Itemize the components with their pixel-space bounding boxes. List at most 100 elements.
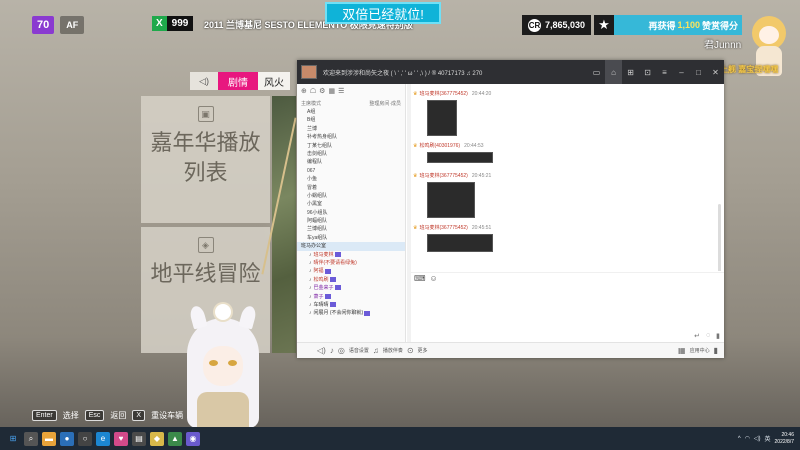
member-item[interactable]: ♪ 萧子 [297, 293, 405, 301]
group-item[interactable]: 车ya组队 [297, 234, 405, 242]
app-icon-4[interactable]: ▤ [132, 431, 146, 446]
group-item[interactable]: 阿蝠组队 [297, 217, 405, 225]
more-button[interactable]: 更多 [418, 347, 428, 354]
clock[interactable]: 20:46 2022/8/7 [775, 432, 794, 446]
chat-bubble-icon[interactable]: ◌ [706, 332, 710, 340]
mic-toggle-icon[interactable]: ▮ [716, 332, 720, 340]
group-item[interactable]: 96小组队 [297, 209, 405, 217]
crown-icon: ♛ [413, 91, 418, 97]
member-item[interactable]: ♪ 晴伴(不要请看绿兔) [297, 259, 405, 267]
tool-icon-2[interactable]: ☖ [310, 87, 316, 95]
message-image[interactable] [427, 182, 475, 218]
chat-scrollbar[interactable] [718, 204, 721, 271]
member-name: 萧子 [313, 293, 324, 300]
group-item[interactable]: 小黑室 [297, 200, 405, 208]
volume-icon[interactable]: ◁) [317, 346, 326, 355]
active-room[interactable]: 班马办公室 [297, 242, 405, 251]
voice-settings[interactable]: 语音设置 [349, 347, 369, 354]
chat-message: ♛ 班马麦林(367775452) 20:45:51 [413, 224, 493, 252]
group-item[interactable]: 067 [297, 167, 405, 175]
member-item[interactable]: ♪ 闲展月 (不会闲你聊就) [297, 309, 405, 317]
message-sender[interactable]: 松鸣刷(40301976) [419, 143, 460, 149]
sidebar-manage[interactable]: 整理房间·成员 [369, 100, 401, 107]
search-icon[interactable]: ⌕ [24, 431, 38, 446]
emoji-icon[interactable]: ☺ [430, 274, 438, 283]
maximize-icon[interactable]: □ [690, 60, 707, 84]
group-item[interactable]: B组 [297, 116, 405, 124]
group-item[interactable]: 冒着 [297, 184, 405, 192]
credits-value: 7,865,030 [545, 20, 586, 30]
hint-select: 选择 [62, 411, 79, 420]
home-icon[interactable]: ⌂ [605, 60, 622, 84]
badge-icon [324, 268, 331, 274]
key-x: X [132, 410, 146, 421]
app-center[interactable]: 应用中心 [690, 347, 710, 354]
group-item[interactable]: 小蜗组队 [297, 192, 405, 200]
tool-icon-3[interactable]: ⚙ [319, 87, 325, 95]
app-icon-1[interactable]: ● [60, 431, 74, 446]
tray-chevron-icon[interactable]: ^ [738, 436, 741, 442]
tab-story[interactable]: 剧情 [218, 72, 258, 90]
network-icon[interactable]: ◠ [745, 435, 750, 442]
member-item[interactable]: ♪ 松鸣刷 [297, 276, 405, 284]
game-icon[interactable]: ⊞ [622, 60, 639, 84]
reward-banner: 再获得 1,100 赞赏得分 [614, 15, 742, 35]
message-sender[interactable]: 班马麦林(367775452) [419, 91, 467, 97]
play-accompaniment[interactable]: 播放伴奏 [383, 347, 403, 354]
group-item[interactable]: 丁某七组队 [297, 142, 405, 150]
chat-message: ♛ 松鸣刷(40301976) 20:44:53 [413, 142, 493, 163]
folder-icon[interactable]: ▬ [42, 431, 56, 446]
app-icon-5[interactable]: ◆ [150, 431, 164, 446]
group-item[interactable]: 小鱼 [297, 175, 405, 183]
mic-icon: ♪ [309, 285, 312, 292]
tab-other[interactable]: 风火 [258, 72, 290, 90]
speaker-icon[interactable]: ◁) [754, 435, 761, 442]
member-item[interactable]: ♪ 班马麦林 [297, 251, 405, 259]
input-toolbar: ⌨ ☺ [411, 272, 724, 284]
message-input[interactable]: ↵ ◌ ▮ [411, 284, 724, 342]
playlist-card[interactable]: ▣ 嘉年华播放列表 [141, 96, 270, 223]
enter-icon[interactable]: ↵ [694, 332, 700, 340]
message-header: ♛ 班马麦林(367775452) 20:44:20 [413, 90, 491, 97]
message-sender[interactable]: 班马麦林(367775452) [419, 173, 467, 179]
member-item[interactable]: ♪ 车晴晴 [297, 301, 405, 309]
gift-icon[interactable]: ⊡ [639, 60, 656, 84]
message-sender[interactable]: 班马麦林(367775452) [419, 225, 467, 231]
member-item[interactable]: ♪ 阿福 [297, 267, 405, 275]
group-item[interactable]: 补考热身组队 [297, 133, 405, 141]
app-icon-6[interactable]: ▲ [168, 431, 182, 446]
app-icon-7[interactable]: ◉ [186, 431, 200, 446]
menu-icon[interactable]: ≡ [656, 60, 673, 84]
minimize-icon[interactable]: – [673, 60, 690, 84]
group-item[interactable]: 兰博组队 [297, 225, 405, 233]
sidebar-mode[interactable]: 主席模式 [301, 100, 321, 107]
player-name: AF [60, 16, 85, 34]
group-item[interactable]: A组 [297, 108, 405, 116]
tool-icon-5[interactable]: ☰ [338, 87, 344, 95]
mic-icon[interactable]: ♪ [330, 346, 334, 355]
message-image[interactable] [427, 234, 493, 252]
speaker-icon[interactable]: ◁) [190, 72, 218, 90]
app-icon-2[interactable]: ○ [78, 431, 92, 446]
start-icon[interactable]: ⊞ [6, 432, 20, 446]
screen-icon[interactable]: ▭ [588, 60, 605, 84]
message-image[interactable] [427, 100, 457, 136]
group-item[interactable]: 兰博 [297, 125, 405, 133]
group-item[interactable]: 编程队 [297, 158, 405, 166]
group-item[interactable]: 击剑组队 [297, 150, 405, 158]
reward-suffix: 赞赏得分 [701, 20, 738, 31]
gamepad-icon[interactable]: ⌨ [414, 274, 426, 283]
message-image[interactable] [427, 152, 493, 163]
more-icon[interactable]: ⊙ [407, 346, 414, 355]
close-icon[interactable]: ✕ [707, 60, 724, 84]
headset-icon[interactable]: ◎ [338, 346, 345, 355]
tool-icon-1[interactable]: ⊕ [301, 87, 307, 95]
app-icon-3[interactable]: ♥ [114, 431, 128, 446]
member-item[interactable]: ♪ 巴金来子 [297, 284, 405, 292]
music-icon[interactable]: ♫ [373, 346, 379, 355]
tool-icon-4[interactable]: ▦ [328, 87, 335, 95]
edge-icon[interactable]: e [96, 431, 110, 446]
input-lang[interactable]: 英 [765, 434, 771, 443]
taskbar: ⊞ ⌕ ▬ ● ○ e ♥ ▤ ◆ ▲ ◉ ^ ◠ ◁) 英 20:46 202… [0, 427, 800, 450]
hint-back: 返回 [110, 411, 127, 420]
